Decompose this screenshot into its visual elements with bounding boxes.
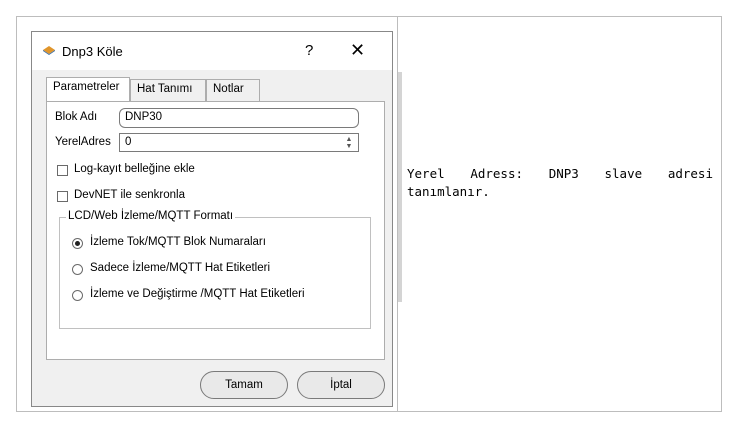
app-icon: [43, 46, 55, 55]
radio-monitor-line-labels[interactable]: [72, 264, 83, 275]
ok-button[interactable]: Tamam: [200, 371, 288, 399]
cancel-button[interactable]: İptal: [297, 371, 385, 399]
devnet-checkbox-label: DevNET ile senkronla: [74, 189, 186, 201]
radio-monitor-block-numbers[interactable]: [72, 238, 83, 249]
log-checkbox-label: Log-kayıt belleğine ekle: [74, 163, 195, 175]
dialog-edge-strip: [398, 72, 402, 302]
close-button[interactable]: ✕: [350, 40, 365, 61]
desc-word: Yerel: [407, 166, 445, 181]
desc-word: adresi: [667, 166, 713, 181]
description-text: Yerel Adress: DNP3 slave adresi tanımlan…: [407, 165, 713, 201]
radio-monitor-change-labels-label: İzleme ve Değiştirme /MQTT Hat Etiketler…: [90, 288, 305, 300]
tab-notlar[interactable]: Notlar: [206, 79, 260, 101]
block-name-label: Blok Adı: [55, 111, 98, 123]
local-address-value: 0: [125, 136, 132, 148]
desc-word: Adress:: [470, 166, 524, 181]
format-group-title: LCD/Web İzleme/MQTT Formatı: [66, 210, 236, 222]
block-name-field[interactable]: DNP30: [119, 108, 359, 128]
log-checkbox[interactable]: [57, 165, 68, 176]
document-table: Dnp3 Köle ? ✕ Parametreler Hat Tanımı No…: [16, 16, 722, 412]
local-address-field[interactable]: 0 ▲ ▼: [119, 133, 359, 152]
help-button[interactable]: ?: [305, 42, 313, 59]
desc-word: slave: [604, 166, 643, 181]
tab-hat-tanimi[interactable]: Hat Tanımı: [130, 79, 206, 101]
radio-monitor-line-labels-label: Sadece İzleme/MQTT Hat Etiketleri: [90, 262, 271, 274]
format-group: LCD/Web İzleme/MQTT Formatı İzleme Tok/M…: [59, 210, 371, 329]
devnet-checkbox[interactable]: [57, 191, 68, 202]
dnp3-slave-dialog: Dnp3 Köle ? ✕ Parametreler Hat Tanımı No…: [31, 31, 402, 407]
dialog-titlebar: Dnp3 Köle ? ✕: [32, 32, 392, 70]
dialog-title: Dnp3 Köle: [62, 44, 123, 59]
description-line-1: Yerel Adress: DNP3 slave adresi: [407, 165, 713, 183]
parameters-panel: Blok Adı DNP30 YerelAdres 0 ▲ ▼ Log-kayıt…: [46, 101, 385, 360]
radio-monitor-change-labels[interactable]: [72, 290, 83, 301]
desc-word: DNP3: [548, 166, 579, 181]
spinner-arrows-icon[interactable]: ▲ ▼: [342, 136, 356, 150]
local-address-label: YerelAdres: [55, 136, 111, 148]
radio-monitor-block-numbers-label: İzleme Tok/MQTT Blok Numaraları: [90, 236, 266, 248]
tab-parametreler[interactable]: Parametreler: [46, 77, 130, 101]
description-line-2: tanımlanır.: [407, 184, 490, 199]
